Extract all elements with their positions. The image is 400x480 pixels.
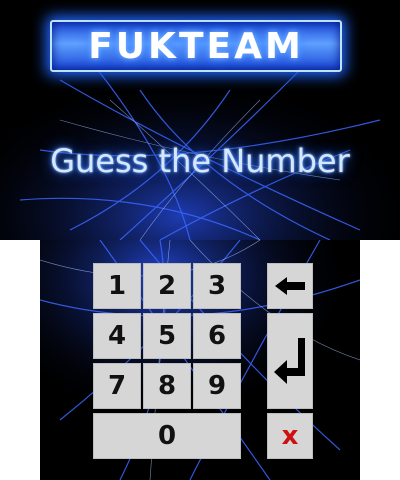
key-4[interactable]: 4 — [93, 313, 141, 359]
key-7[interactable]: 7 — [93, 363, 141, 409]
bottom-screen: 1 2 3 4 5 6 7 8 9 0 x — [40, 240, 360, 480]
clear-button[interactable]: x — [267, 413, 313, 459]
key-8[interactable]: 8 — [143, 363, 191, 409]
arrow-left-icon — [275, 277, 305, 295]
key-0[interactable]: 0 — [93, 413, 241, 459]
key-2[interactable]: 2 — [143, 263, 191, 309]
key-3[interactable]: 3 — [193, 263, 241, 309]
enter-button[interactable] — [267, 313, 313, 409]
team-logo: FUKTEAM — [50, 20, 342, 72]
top-screen: FUKTEAM Guess the Number — [0, 0, 400, 240]
enter-return-icon — [274, 338, 305, 384]
backspace-button[interactable] — [267, 263, 313, 309]
key-1[interactable]: 1 — [93, 263, 141, 309]
key-9[interactable]: 9 — [193, 363, 241, 409]
key-6[interactable]: 6 — [193, 313, 241, 359]
key-5[interactable]: 5 — [143, 313, 191, 359]
team-logo-text: FUKTEAM — [88, 26, 304, 67]
game-title: Guess the Number — [50, 142, 350, 180]
